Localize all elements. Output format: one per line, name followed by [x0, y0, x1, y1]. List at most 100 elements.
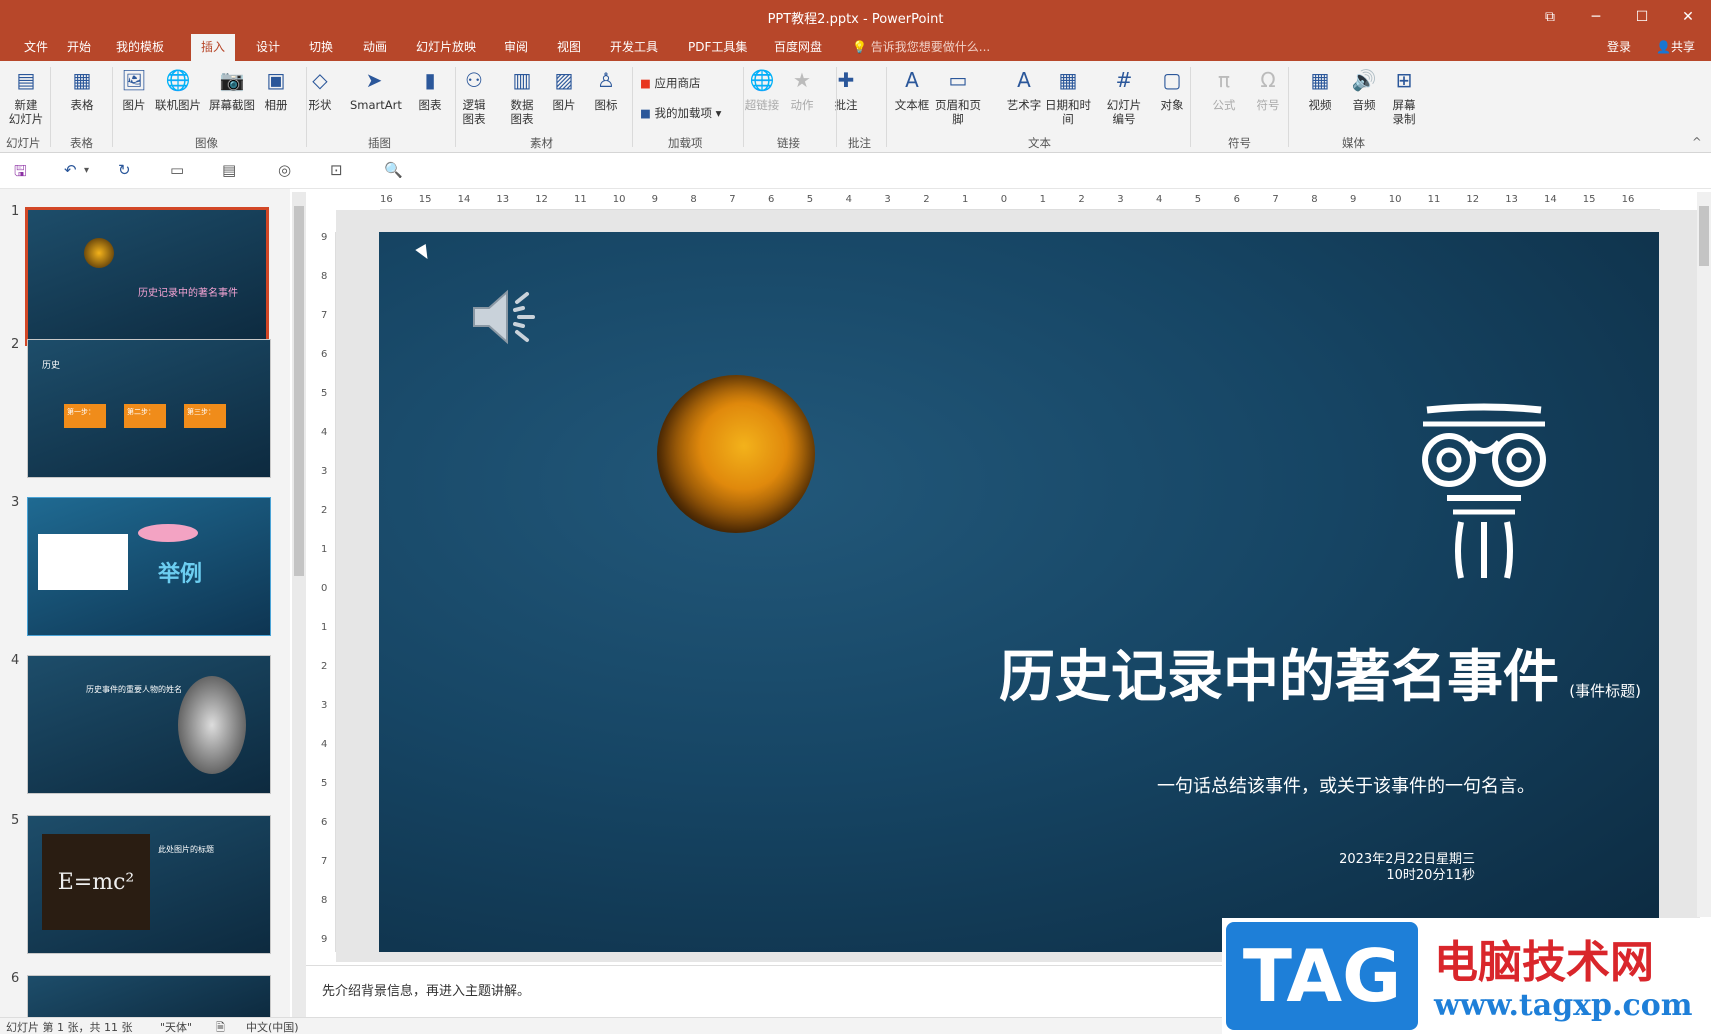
- tab-animations[interactable]: 动画: [353, 34, 397, 61]
- slide-quote[interactable]: 一句话总结该事件，或关于该事件的一句名言。: [1157, 772, 1535, 798]
- maximize-button[interactable]: ☐: [1619, 0, 1665, 34]
- ribbon-button-label-line2: 录制: [1392, 112, 1416, 126]
- slide-thumbnail-6[interactable]: [27, 975, 271, 1019]
- ribbon-button-2[interactable]: 🖼 图片: [110, 65, 158, 112]
- ribbon-button-17[interactable]: ▭ 页眉和页脚: [934, 65, 982, 126]
- ribbon-button-21[interactable]: ▢ 对象: [1148, 65, 1196, 112]
- tab-design[interactable]: 设计: [246, 34, 290, 61]
- tab-file[interactable]: 文件: [14, 34, 58, 61]
- status-slide-count: 幻灯片 第 1 张，共 11 张: [6, 1021, 133, 1034]
- tab-home[interactable]: 开始: [57, 34, 101, 61]
- tab-slideshow[interactable]: 幻灯片放映: [406, 34, 486, 61]
- start-slideshow-icon[interactable]: ▭: [170, 161, 184, 179]
- spellcheck-icon[interactable]: 🗎: [216, 1019, 225, 1034]
- my-addins-button[interactable]: ■ 我的加载项 ▾: [640, 105, 721, 121]
- ribbon-button-18[interactable]: A 艺术字: [1000, 65, 1048, 112]
- slide-datetime[interactable]: 2023年2月22日星期三 10时20分11秒: [1339, 852, 1475, 884]
- ribbon-button-9[interactable]: ⚇ 逻辑 图表: [450, 65, 498, 126]
- ruler-tick-label: 9: [1350, 194, 1357, 205]
- login-link[interactable]: 登录: [1607, 34, 1631, 61]
- ribbon-button-5[interactable]: ▣ 相册: [252, 65, 300, 112]
- presenter-icon[interactable]: ◎: [278, 161, 291, 179]
- save-icon[interactable]: 🖫: [14, 161, 27, 186]
- tab-my-templates[interactable]: 我的模板: [106, 34, 174, 61]
- tab-pdf-tools[interactable]: PDF工具集: [678, 34, 757, 61]
- collapse-ribbon-icon[interactable]: ^: [1692, 135, 1702, 149]
- undo-icon[interactable]: ↶: [64, 161, 77, 179]
- audio-speaker-icon[interactable]: [469, 282, 539, 352]
- ribbon-button-15[interactable]: ✚ 批注: [822, 65, 870, 112]
- thumb-bubble: [138, 524, 198, 542]
- ribbon-button-16[interactable]: A 文本框: [888, 65, 936, 112]
- ribbon-button-label: 对象: [1160, 98, 1184, 112]
- ribbon-button-14[interactable]: ★ 动作: [778, 65, 826, 112]
- ruler-tick-label: 1: [321, 622, 328, 633]
- text-box-qat-icon[interactable]: ▤: [222, 161, 236, 179]
- ribbon-button-24[interactable]: ▦ 视频: [1296, 65, 1344, 112]
- ribbon-tabs: 文件 开始 我的模板 插入 设计 切换 动画 幻灯片放映 审阅 视图 开发工具 …: [0, 34, 1711, 61]
- ribbon-button-8[interactable]: ▮ 图表: [406, 65, 454, 112]
- slide-scroll-thumb[interactable]: [1699, 206, 1709, 266]
- ruler-tick-label: 7: [321, 310, 328, 321]
- ribbon-button-4[interactable]: 📷 屏幕截图: [208, 65, 256, 112]
- slide-thumbnail-1[interactable]: 历史记录中的著名事件: [25, 207, 269, 346]
- thumb-title: 历史: [42, 361, 61, 371]
- preview-icon[interactable]: 🔍: [384, 161, 403, 179]
- tab-review[interactable]: 审阅: [494, 34, 538, 61]
- leaf-photo-image[interactable]: [657, 375, 815, 533]
- tab-transitions[interactable]: 切换: [299, 34, 343, 61]
- tab-view[interactable]: 视图: [547, 34, 591, 61]
- ribbon-button-23[interactable]: Ω 符号: [1244, 65, 1292, 112]
- present-icon[interactable]: ⊡: [330, 161, 343, 179]
- thumb-portrait-image: [178, 676, 246, 774]
- group-divider: [50, 67, 51, 147]
- ribbon-button-6[interactable]: ◇ 形状: [296, 65, 344, 112]
- minimize-button[interactable]: ─: [1573, 0, 1619, 34]
- slide-thumbnail-5[interactable]: E=mc² 此处图片的标题: [27, 815, 271, 954]
- current-slide[interactable]: 历史记录中的著名事件 (事件标题) 一句话总结该事件，或关于该事件的一句名言。 …: [379, 232, 1659, 952]
- tell-me-search[interactable]: 💡 告诉我您想要做什么...: [852, 34, 990, 61]
- ruler-tick-label: 5: [321, 388, 328, 399]
- redo-icon[interactable]: ↻: [118, 161, 131, 179]
- ribbon-button-20[interactable]: # 幻灯片 编号: [1100, 65, 1148, 126]
- tab-developer[interactable]: 开发工具: [600, 34, 668, 61]
- thumb-formula: E=mc²: [42, 834, 150, 930]
- tab-insert[interactable]: 插入: [191, 34, 236, 61]
- ribbon-button-0[interactable]: ▤ 新建 幻灯片: [2, 65, 50, 126]
- ribbon-button-12[interactable]: ♙ 图标: [582, 65, 630, 112]
- slide-scrollbar[interactable]: [1697, 192, 1711, 917]
- slide-thumbnail-3[interactable]: 举例: [27, 497, 271, 636]
- thumb-step: 第三步：: [184, 404, 226, 428]
- ruler-tick-label: 16: [1621, 194, 1635, 205]
- slide-title[interactable]: 历史记录中的著名事件: [999, 632, 1559, 713]
- status-language[interactable]: 中文(中国): [246, 1019, 299, 1034]
- ribbon-button-26[interactable]: ⊞ 屏幕 录制: [1380, 65, 1428, 126]
- slide-thumbnail-2[interactable]: 历史 第一步： 第二步： 第三步：: [27, 339, 271, 478]
- group-divider: [306, 67, 307, 147]
- ribbon-button-19[interactable]: ▦ 日期和时间: [1044, 65, 1092, 126]
- group-label-material: 素材: [530, 136, 553, 150]
- ribbon-button-7[interactable]: ➤ SmartArt: [350, 65, 402, 112]
- ruler-tick-label: 9: [321, 934, 328, 945]
- slide-thumbnail-4[interactable]: 历史事件的重要人物的姓名: [27, 655, 271, 794]
- ribbon-button-22[interactable]: π 公式: [1200, 65, 1248, 112]
- hyperlink-icon: 🌐: [749, 68, 775, 92]
- pillar-icon[interactable]: [1419, 402, 1549, 582]
- ribbon-button-label-line2: 幻灯片: [8, 112, 44, 126]
- ribbon-button-10[interactable]: ▥ 数据 图表: [498, 65, 546, 126]
- slide-subtitle-tag[interactable]: (事件标题): [1569, 680, 1641, 701]
- smartart-icon: ➤: [365, 68, 383, 92]
- share-button[interactable]: 👤共享: [1656, 34, 1695, 61]
- ruler-tick-label: 6: [321, 817, 328, 828]
- watermark-logo: TAG 电脑技术网 www.tagxp.com: [1222, 918, 1711, 1034]
- undo-dropdown-icon[interactable]: ▾: [84, 165, 89, 176]
- app-store-button[interactable]: ■ 应用商店: [640, 75, 701, 91]
- close-button[interactable]: ✕: [1665, 0, 1711, 34]
- thumbnail-scroll-thumb[interactable]: [294, 206, 304, 576]
- ribbon-button-1[interactable]: ▦ 表格: [58, 65, 106, 112]
- ribbon-button-11[interactable]: ▨ 图片: [540, 65, 588, 112]
- ribbon-button-3[interactable]: 🌐 联机图片: [154, 65, 202, 112]
- tab-baidu-disk[interactable]: 百度网盘: [764, 34, 832, 61]
- ribbon-display-icon[interactable]: ⧉: [1527, 0, 1573, 34]
- group-label-addins: 加载项: [668, 136, 703, 150]
